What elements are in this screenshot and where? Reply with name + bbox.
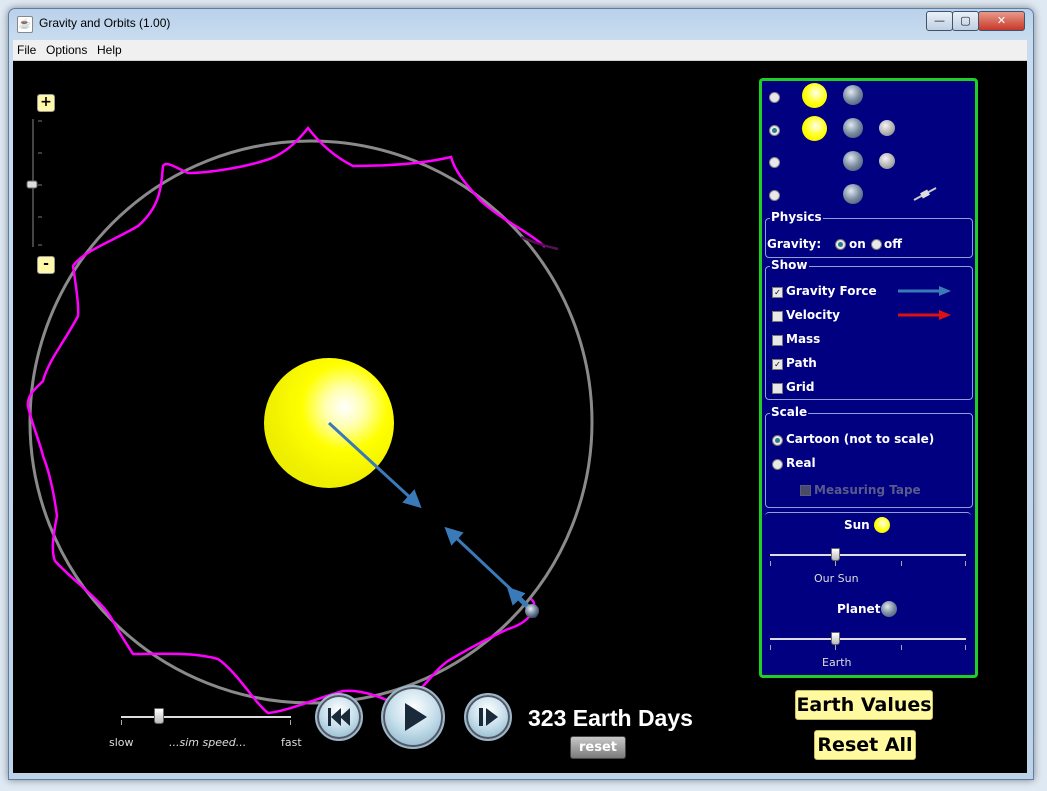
slider-tick <box>901 645 902 650</box>
mass-sliders-group <box>765 512 971 673</box>
reset-all-button[interactable]: Reset All <box>814 730 916 760</box>
earth-slider-label: Earth <box>822 656 852 669</box>
earth-gravity-force-arrow <box>444 526 536 613</box>
preset-radio-sun-earth-moon[interactable] <box>769 125 780 136</box>
mass-label: Mass <box>786 332 821 346</box>
sun-mass-slider-track[interactable] <box>770 554 966 556</box>
scale-title: Scale <box>770 405 809 419</box>
moon-icon <box>879 120 895 136</box>
slider-tick <box>290 720 291 725</box>
step-button[interactable] <box>464 693 512 741</box>
title-bar: ☕ Gravity and Orbits (1.00) — ▢ ✕ <box>9 9 1033 39</box>
close-button[interactable]: ✕ <box>978 11 1025 31</box>
show-title: Show <box>770 258 809 272</box>
earth-icon <box>881 601 897 617</box>
slider-tick <box>901 561 902 566</box>
real-scale-radio[interactable] <box>772 459 783 470</box>
slider-tick <box>835 561 836 566</box>
planet-mass-label: Planet <box>837 602 881 616</box>
path-checkbox[interactable]: ✓ <box>772 359 783 370</box>
real-scale-label: Real <box>786 456 816 470</box>
zoom-out-button[interactable]: - <box>37 256 55 274</box>
control-panel: Physics Gravity: on off Show ✓ Gravity F… <box>759 78 978 678</box>
slow-label: slow <box>109 736 134 749</box>
slider-tick <box>835 645 836 650</box>
sun-mass-slider-thumb[interactable] <box>831 548 840 561</box>
our-sun-label: Our Sun <box>814 572 859 585</box>
earth-icon <box>843 151 863 171</box>
minimize-button[interactable]: — <box>926 11 953 31</box>
gravity-force-checkbox[interactable]: ✓ <box>772 287 783 298</box>
grid-label: Grid <box>786 380 815 394</box>
earth-values-button[interactable]: Earth Values <box>795 690 933 720</box>
menu-bar: File Options Help <box>13 40 1027 61</box>
measuring-tape-label: Measuring Tape <box>814 483 921 497</box>
gravity-force-legend-arrow <box>898 286 951 296</box>
earth-icon <box>843 118 863 138</box>
window-title: Gravity and Orbits (1.00) <box>39 16 171 30</box>
planet-mass-slider-thumb[interactable] <box>831 632 840 645</box>
sim-speed-slider-thumb[interactable] <box>154 708 164 724</box>
mass-checkbox[interactable] <box>772 335 783 346</box>
sun-icon <box>874 517 890 533</box>
step-icon <box>479 708 498 726</box>
preset-radio-sun-earth[interactable] <box>769 92 780 103</box>
physics-group: Physics Gravity: on off <box>765 210 973 258</box>
earth-icon <box>843 184 863 204</box>
sun-icon <box>802 83 827 108</box>
grid-checkbox[interactable] <box>772 383 783 394</box>
slider-tick <box>770 645 771 650</box>
sim-speed-slider-track[interactable] <box>121 716 291 718</box>
reset-time-button[interactable]: reset <box>570 736 626 759</box>
sun-mass-label: Sun <box>844 518 870 532</box>
maximize-button[interactable]: ▢ <box>952 11 979 31</box>
cartoon-scale-radio[interactable] <box>772 435 783 446</box>
path-label: Path <box>786 356 817 370</box>
measuring-tape-checkbox[interactable] <box>800 485 811 496</box>
java-icon: ☕ <box>17 16 33 33</box>
fast-label: fast <box>281 736 302 749</box>
gravity-on-radio[interactable] <box>835 239 846 250</box>
gravity-on-label: on <box>849 237 866 251</box>
slider-tick <box>965 561 966 566</box>
play-button[interactable] <box>381 685 445 749</box>
sun-icon <box>802 116 827 141</box>
slider-tick <box>770 561 771 566</box>
satellite-icon <box>913 187 937 201</box>
gravity-label: Gravity: <box>767 237 822 251</box>
rewind-button[interactable] <box>315 693 363 741</box>
gravity-force-label: Gravity Force <box>786 284 877 298</box>
simulation-canvas[interactable]: + - Physics Gravity: on off Show ✓ Gravi… <box>13 61 1027 773</box>
slider-tick <box>121 720 122 725</box>
gravity-off-label: off <box>884 237 902 251</box>
rewind-icon <box>328 708 350 726</box>
sim-speed-label: ...sim speed... <box>169 736 247 749</box>
menu-file[interactable]: File <box>17 43 36 57</box>
menu-help[interactable]: Help <box>97 43 122 57</box>
slider-tick <box>965 645 966 650</box>
planet-mass-slider-track[interactable] <box>770 638 966 640</box>
preset-radio-earth-satellite[interactable] <box>769 190 780 201</box>
velocity-checkbox[interactable] <box>772 311 783 322</box>
show-group: Show ✓ Gravity Force Velocity Mass ✓ Pat… <box>765 258 973 400</box>
app-window: ☕ Gravity and Orbits (1.00) — ▢ ✕ File O… <box>8 8 1034 780</box>
preset-radio-earth-moon[interactable] <box>769 157 780 168</box>
velocity-label: Velocity <box>786 308 840 322</box>
zoom-slider-thumb[interactable] <box>26 180 38 189</box>
gravity-off-radio[interactable] <box>871 239 882 250</box>
physics-title: Physics <box>770 210 823 224</box>
scale-group: Scale Cartoon (not to scale) Real Measur… <box>765 405 973 508</box>
earth-icon <box>843 85 863 105</box>
elapsed-time-display: 323 Earth Days <box>528 705 693 731</box>
cartoon-scale-label: Cartoon (not to scale) <box>786 432 935 446</box>
zoom-in-button[interactable]: + <box>37 94 55 112</box>
velocity-legend-arrow <box>898 310 951 320</box>
menu-options[interactable]: Options <box>46 43 87 57</box>
moon-icon <box>879 153 895 169</box>
earth-body[interactable] <box>525 604 539 618</box>
play-icon <box>405 703 427 731</box>
